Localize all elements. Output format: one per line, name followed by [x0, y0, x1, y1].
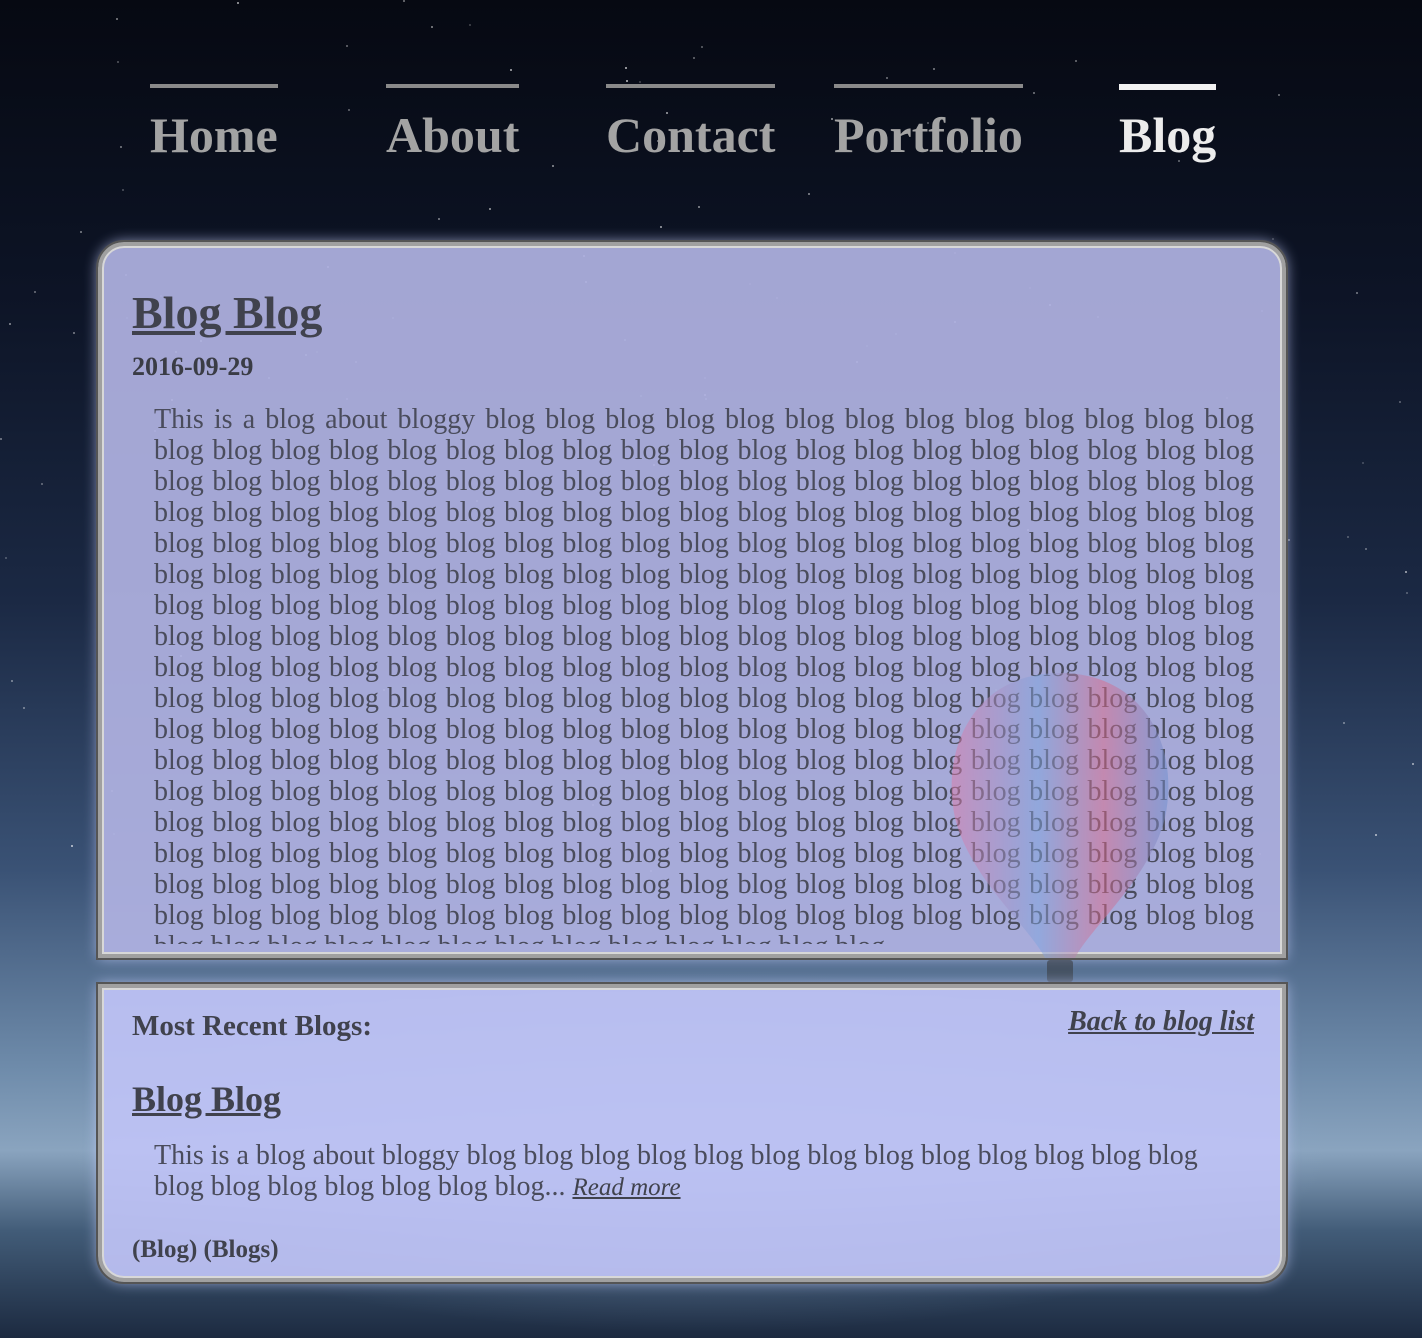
nav-home[interactable]: Home [150, 84, 278, 160]
post-body: This is a blog about bloggy blog blog bl… [154, 404, 1254, 944]
post-date: 2016-09-29 [132, 352, 254, 381]
star [1375, 834, 1377, 836]
star [625, 67, 627, 69]
star [41, 483, 43, 485]
star [403, 0, 405, 2]
star [489, 208, 491, 210]
star [1356, 292, 1358, 294]
star [469, 24, 471, 26]
star [11, 680, 13, 682]
star [431, 26, 433, 28]
star [693, 57, 695, 59]
star [1362, 462, 1364, 464]
read-more-link[interactable]: Read more [572, 1174, 680, 1201]
nav-contact[interactable]: Contact [606, 84, 776, 160]
star [438, 218, 440, 220]
star [1272, 238, 1274, 240]
nav-portfolio[interactable]: Portfolio [834, 84, 1023, 160]
star [122, 189, 124, 191]
nav-about[interactable]: About [386, 84, 520, 160]
recent-blogs-heading: Most Recent Blogs: [132, 1010, 373, 1042]
star [639, 81, 641, 83]
recent-blog-date: 2016-09-29 [132, 1274, 249, 1278]
star [1347, 536, 1349, 538]
star [626, 80, 628, 82]
star [1412, 763, 1414, 765]
star [5, 557, 7, 559]
star [9, 323, 11, 325]
recent-blog-tags: (Blog) (Blogs) [132, 1236, 279, 1263]
post-title[interactable]: Blog Blog [132, 286, 322, 339]
star [698, 206, 700, 208]
star [346, 45, 348, 47]
star [1075, 60, 1077, 62]
blog-post-panel: Blog Blog 2016-09-29 This is a blog abou… [96, 240, 1288, 960]
main-nav: Home About Contact Portfolio Blog [0, 84, 1422, 174]
recent-blogs-panel: Most Recent Blogs: Back to blog list Blo… [96, 982, 1288, 1284]
back-to-blog-list-link[interactable]: Back to blog list [1068, 1006, 1254, 1038]
star [1288, 539, 1290, 541]
star [1343, 722, 1345, 724]
star [117, 61, 119, 63]
star [116, 18, 118, 20]
star [23, 707, 25, 709]
star [510, 69, 512, 71]
star [0, 438, 2, 440]
star [1399, 401, 1401, 403]
star [1365, 548, 1367, 550]
star [933, 68, 935, 70]
star [660, 226, 662, 228]
star [80, 231, 82, 233]
star [237, 2, 239, 4]
recent-blog-excerpt: This is a blog about bloggy blog blog bl… [154, 1140, 1234, 1203]
star [1406, 592, 1408, 594]
star [71, 845, 73, 847]
star [808, 193, 810, 195]
nav-blog[interactable]: Blog [1119, 84, 1217, 160]
star [1286, 475, 1288, 477]
star [701, 46, 703, 48]
star [1405, 571, 1407, 573]
star [73, 332, 75, 334]
star [34, 291, 36, 293]
recent-blog-title-link[interactable]: Blog Blog [132, 1078, 281, 1120]
star [886, 77, 888, 79]
